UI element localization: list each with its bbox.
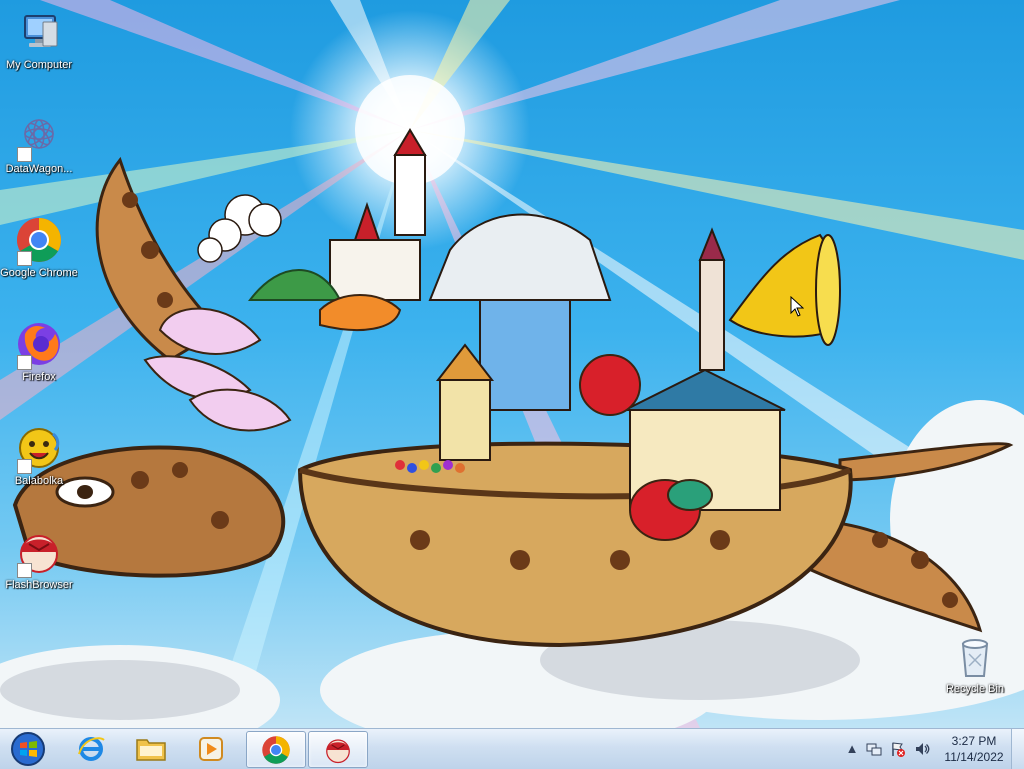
computer-icon xyxy=(15,8,63,56)
flashbrowser-icon xyxy=(15,528,63,578)
desktop-icon-label: DataWagon... xyxy=(5,163,73,175)
folder-icon xyxy=(136,738,166,761)
show-hidden-icons-button[interactable]: ▲ xyxy=(844,741,860,757)
firefox-icon xyxy=(15,320,63,370)
show-desktop-button[interactable] xyxy=(1011,729,1024,769)
desktop-icon-flashbrowser[interactable]: FlashBrowser xyxy=(0,528,78,592)
datawagon-icon xyxy=(15,112,63,162)
flashbrowser-icon xyxy=(326,738,350,763)
windows-start-icon xyxy=(11,732,45,766)
desktop-icon-label: Balabolka xyxy=(14,475,64,487)
taskbar-flashbrowser[interactable] xyxy=(308,731,368,768)
start-button[interactable] xyxy=(4,731,52,767)
desktop-icon-label: FlashBrowser xyxy=(5,579,73,591)
ie-icon xyxy=(78,736,105,761)
desktop-icon-label: My Computer xyxy=(5,59,73,71)
shortcut-arrow-icon xyxy=(17,355,32,370)
flag-error-icon[interactable] xyxy=(890,741,906,757)
wallpaper xyxy=(0,0,1024,728)
taskbar: ▲ 3:27 PM 11/14/2022 xyxy=(0,728,1024,769)
desktop-icon-label: Firefox xyxy=(22,371,56,383)
chrome-icon xyxy=(262,735,290,764)
shortcut-arrow-icon xyxy=(17,251,32,266)
balabolka-icon xyxy=(15,424,63,474)
chrome-icon xyxy=(15,216,63,266)
network-icon[interactable] xyxy=(866,741,882,757)
desktop-icon-label: Recycle Bin xyxy=(945,683,1005,695)
desktop-icon-recycle-bin[interactable]: Recycle Bin xyxy=(936,632,1014,696)
volume-icon[interactable] xyxy=(914,741,930,757)
media-player-icon xyxy=(199,736,223,761)
taskbar-internet-explorer[interactable] xyxy=(62,731,120,766)
taskbar-google-chrome[interactable] xyxy=(246,731,306,768)
shortcut-arrow-icon xyxy=(17,147,32,162)
system-clock[interactable]: 3:27 PM 11/14/2022 xyxy=(938,733,1010,765)
mouse-cursor-icon xyxy=(790,296,804,317)
desktop[interactable]: My Computer DataWagon... Google Chrome F… xyxy=(0,0,1024,728)
desktop-icon-my-computer[interactable]: My Computer xyxy=(0,8,78,72)
shortcut-arrow-icon xyxy=(17,459,32,474)
desktop-icon-google-chrome[interactable]: Google Chrome xyxy=(0,216,78,280)
shortcut-arrow-icon xyxy=(17,563,32,578)
recycle-bin-icon xyxy=(951,632,999,680)
desktop-icon-firefox[interactable]: Firefox xyxy=(0,320,78,384)
clock-date: 11/14/2022 xyxy=(944,750,1004,764)
taskbar-media-player[interactable] xyxy=(182,731,240,766)
desktop-icon-balabolka[interactable]: Balabolka xyxy=(0,424,78,488)
desktop-icon-label: Google Chrome xyxy=(0,267,78,279)
desktop-icon-datawagon[interactable]: DataWagon... xyxy=(0,112,78,176)
clock-time: 3:27 PM xyxy=(951,734,997,748)
taskbar-file-explorer[interactable] xyxy=(122,731,180,766)
